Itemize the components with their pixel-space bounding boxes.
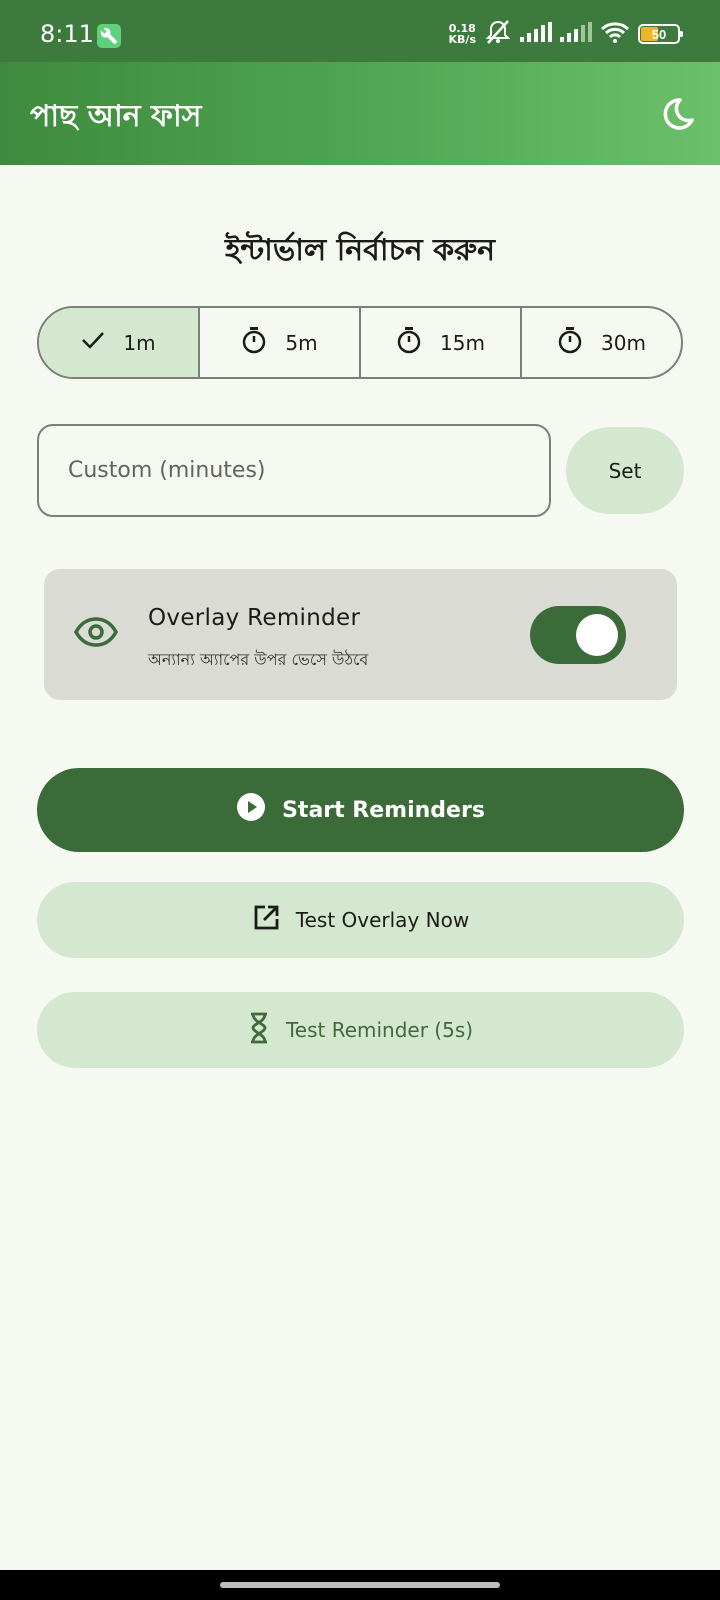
open-in-new-icon bbox=[252, 904, 280, 937]
interval-option-label: 30m bbox=[601, 330, 646, 355]
check-icon bbox=[81, 330, 105, 355]
timer-icon bbox=[241, 326, 267, 359]
app-bar: পাছ আন ফাস bbox=[0, 62, 720, 165]
timer-icon bbox=[557, 326, 583, 359]
overlay-toggle[interactable] bbox=[530, 606, 626, 664]
interval-option-5m[interactable]: 5m bbox=[200, 308, 361, 377]
interval-option-label: 1m bbox=[123, 330, 156, 355]
start-reminders-label: Start Reminders bbox=[282, 797, 485, 823]
set-button[interactable]: Set bbox=[566, 427, 684, 514]
overlay-subtitle: অন্যান্য অ্যাপের উপর ভেসে উঠবে bbox=[148, 650, 369, 669]
net-speed: 0.18 KB/s bbox=[449, 23, 476, 45]
wifi-icon bbox=[600, 21, 630, 48]
app-title: পাছ আন ফাস bbox=[30, 99, 202, 134]
status-time: 8:11 bbox=[40, 20, 94, 48]
interval-option-1m[interactable]: 1m bbox=[39, 308, 200, 377]
signal-icon bbox=[520, 21, 552, 47]
status-bar: 8:11 0.18 KB/s 50 bbox=[0, 0, 720, 62]
overlay-reminder-card: Overlay Reminder অন্যান্য অ্যাপের উপর ভে… bbox=[44, 569, 677, 700]
interval-option-15m[interactable]: 15m bbox=[361, 308, 522, 377]
start-reminders-button[interactable]: Start Reminders bbox=[37, 768, 684, 852]
net-speed-unit: KB/s bbox=[448, 33, 476, 46]
timer-icon bbox=[396, 326, 422, 359]
status-icons: 0.18 KB/s 50 bbox=[449, 19, 683, 50]
eye-icon bbox=[73, 617, 119, 652]
interval-option-label: 5m bbox=[285, 330, 318, 355]
interval-option-30m[interactable]: 30m bbox=[522, 308, 681, 377]
battery-icon: 50 bbox=[638, 24, 683, 44]
wrench-icon bbox=[97, 24, 121, 48]
navigation-bar bbox=[0, 1570, 720, 1600]
home-gesture-handle[interactable] bbox=[220, 1582, 500, 1588]
interval-heading: ইন্টার্ভাল নির্বাচন করুন bbox=[224, 233, 496, 268]
mute-icon bbox=[484, 19, 512, 50]
test-reminder-label: Test Reminder (5s) bbox=[285, 1018, 474, 1042]
overlay-title: Overlay Reminder bbox=[148, 605, 361, 631]
play-icon bbox=[236, 792, 266, 828]
custom-minutes-input[interactable] bbox=[37, 424, 551, 517]
signal-icon bbox=[560, 21, 592, 47]
interval-option-label: 15m bbox=[440, 330, 485, 355]
test-overlay-label: Test Overlay Now bbox=[295, 908, 470, 932]
test-overlay-button[interactable]: Test Overlay Now bbox=[37, 882, 684, 958]
hourglass-icon bbox=[248, 1012, 270, 1049]
battery-level: 50 bbox=[651, 26, 667, 42]
moon-icon[interactable] bbox=[656, 94, 696, 134]
interval-selector: 1m 5m 15m 30m bbox=[37, 306, 683, 379]
toggle-knob bbox=[576, 614, 618, 656]
test-reminder-button[interactable]: Test Reminder (5s) bbox=[37, 992, 684, 1068]
